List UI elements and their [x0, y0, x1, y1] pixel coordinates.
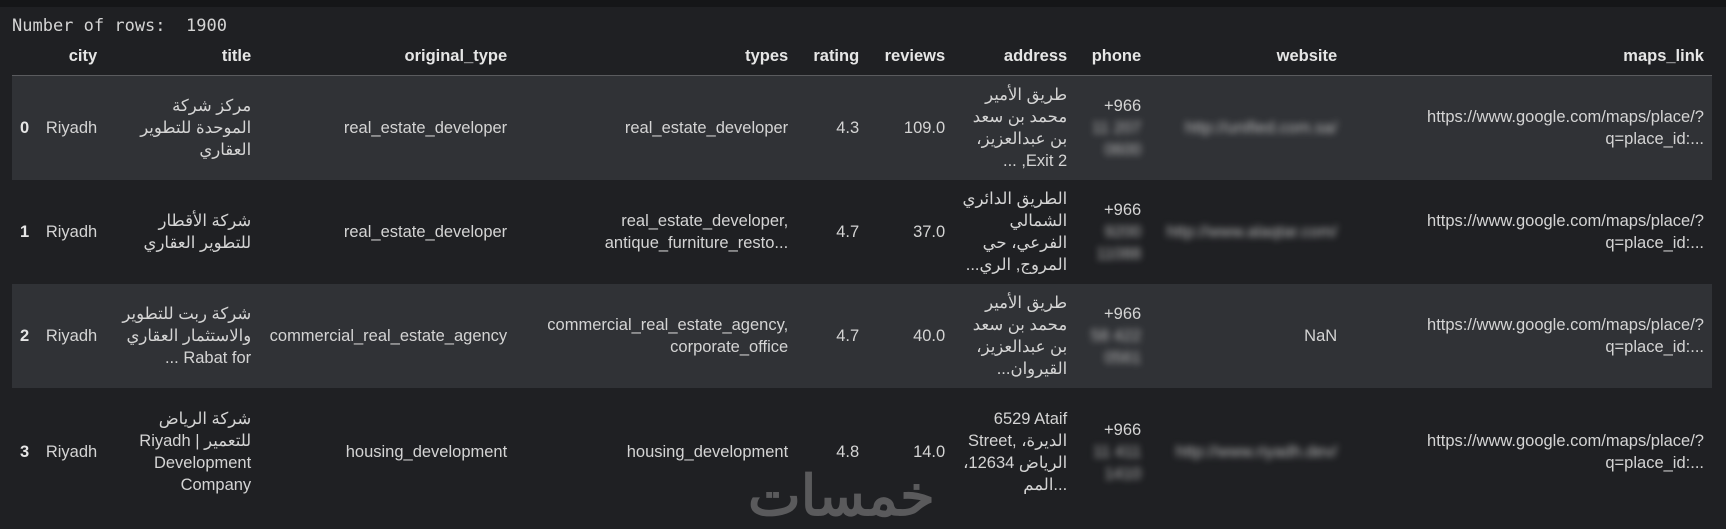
column-header-city: city — [37, 38, 106, 76]
column-header-website: website — [1149, 38, 1346, 76]
website-redacted: http://www.alaqtar.com/ — [1166, 222, 1338, 241]
dataframe-table: city title original_type types rating re… — [12, 38, 1712, 516]
phone-redacted: 58 422 0561 — [1090, 326, 1142, 367]
cell-original-type: housing_development — [345, 442, 508, 461]
cell-phone: +966 58 422 0561 — [1075, 284, 1149, 388]
index-header — [12, 38, 38, 76]
header-row: city title original_type types rating re… — [12, 38, 1712, 76]
phone-prefix: +966 — [1104, 304, 1142, 323]
row-count-line: Number of rows: 1900 — [12, 14, 1714, 38]
phone-redacted: 9200 11088 — [1096, 222, 1142, 263]
phone-prefix: +966 — [1104, 420, 1142, 439]
cell-address: طريق الأمير محمد بن سعد بن عبدالعزيز، Ex… — [972, 85, 1068, 170]
cell-phone: +966 11 411 1410 — [1075, 388, 1149, 516]
cell-address: الطريق الدائري الشمالي الفرعي، حي المروج… — [962, 189, 1068, 274]
cell-maps-link: https://www.google.com/maps/place/?q=pla… — [1427, 431, 1704, 472]
cell-city: Riyadh — [45, 442, 98, 461]
cell-original-type: real_estate_developer — [343, 222, 508, 241]
column-header-types: types — [515, 38, 797, 76]
phone-prefix: +966 — [1104, 200, 1142, 219]
column-header-address: address — [953, 38, 1076, 76]
column-header-title: title — [105, 38, 260, 76]
cell-title: شركة ربت للتطوير والاستثمار العقاري Raba… — [122, 304, 252, 367]
row-index: 0 — [20, 118, 30, 137]
column-header-rating: rating — [796, 38, 868, 76]
table-row: 1 Riyadh شركة الأقطار للتطوير العقاري re… — [12, 179, 1712, 284]
cell-city: Riyadh — [45, 222, 98, 241]
cell-types: real_estate_developer — [624, 118, 789, 137]
cell-rating: 4.3 — [836, 118, 860, 137]
cell-maps-link: https://www.google.com/maps/place/?q=pla… — [1427, 107, 1704, 148]
cell-maps-link: https://www.google.com/maps/place/?q=pla… — [1427, 211, 1704, 252]
cell-title: شركة الرياض للتعمير | Riyadh Development… — [139, 409, 252, 494]
cell-address: طريق الأمير محمد بن سعد بن عبدالعزيز، ال… — [972, 293, 1068, 378]
column-header-phone: phone — [1075, 38, 1150, 76]
cell-city: Riyadh — [45, 118, 98, 137]
website-redacted: http://www.riyadh.dev/ — [1175, 442, 1338, 461]
website-redacted: http://unified.com.sa/ — [1184, 118, 1338, 137]
phone-redacted: 11 411 1410 — [1093, 442, 1142, 483]
cell-rating: 4.7 — [836, 222, 860, 241]
table-row: 0 Riyadh مركز شركة الموحدة للتطوير العقا… — [12, 75, 1712, 180]
cell-phone: +966 9200 11088 — [1075, 180, 1149, 284]
row-index: 3 — [20, 442, 30, 461]
cell-city: Riyadh — [45, 326, 98, 345]
table-row: 2 Riyadh شركة ربت للتطوير والاستثمار الع… — [12, 283, 1712, 388]
cell-rating: 4.7 — [836, 326, 860, 345]
row-index: 1 — [20, 222, 30, 241]
cell-types: commercial_real_estate_agency, corporate… — [547, 315, 789, 356]
cell-original-type: commercial_real_estate_agency — [269, 326, 508, 345]
notebook-output: Number of rows: 1900 city title original… — [12, 14, 1714, 516]
cell-title: مركز شركة الموحدة للتطوير العقاري — [140, 96, 252, 159]
cell-website: http://www.alaqtar.com/ — [1149, 180, 1345, 284]
cell-original-type: real_estate_developer — [343, 118, 508, 137]
cell-website: http://unified.com.sa/ — [1149, 76, 1345, 180]
cell-types: real_estate_developer, antique_furniture… — [604, 211, 789, 252]
cell-website: NaN — [1304, 326, 1338, 345]
column-header-original-type: original_type — [259, 38, 516, 76]
column-header-maps-link: maps_link — [1345, 38, 1712, 76]
row-count-value: 1900 — [186, 16, 227, 36]
cell-title: شركة الأقطار للتطوير العقاري — [143, 211, 252, 252]
cell-phone: +966 11 207 0600 — [1075, 76, 1149, 180]
cell-reviews: 40.0 — [913, 326, 946, 345]
top-strip — [0, 0, 1726, 7]
cell-address: 6529 Ataif Street, الديرة، الرياض 12634،… — [963, 409, 1068, 494]
phone-prefix: +966 — [1104, 96, 1142, 115]
row-count-label: Number of rows: — [12, 16, 166, 36]
cell-reviews: 37.0 — [913, 222, 946, 241]
cell-maps-link: https://www.google.com/maps/place/?q=pla… — [1427, 315, 1704, 356]
cell-reviews: 109.0 — [903, 118, 946, 137]
column-header-reviews: reviews — [867, 38, 954, 76]
row-index: 2 — [20, 326, 30, 345]
phone-redacted: 11 207 0600 — [1091, 118, 1142, 159]
watermark-logo: خمسات — [748, 464, 935, 527]
cell-website: http://www.riyadh.dev/ — [1149, 388, 1345, 516]
